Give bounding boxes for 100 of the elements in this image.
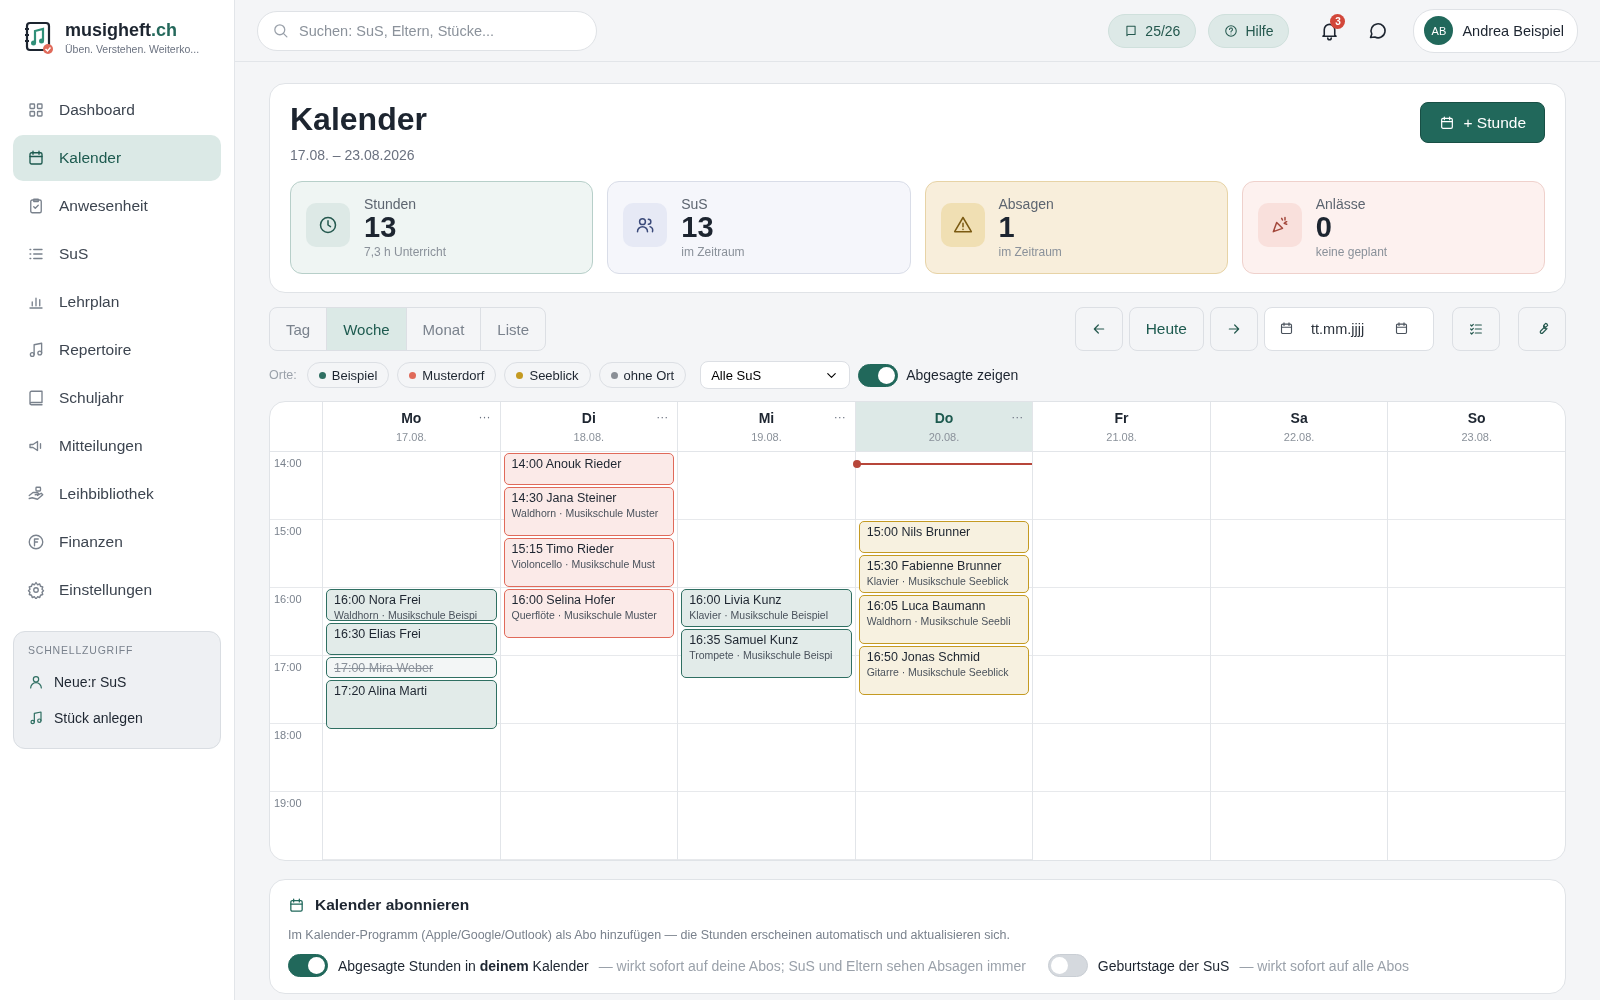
nav-item[interactable]: Anwesenheit [13, 183, 221, 229]
lesson-event[interactable]: 17:20 Alina Marti [326, 679, 497, 729]
nav-item[interactable]: Lehrplan [13, 279, 221, 325]
day-date: 20.08. [928, 431, 960, 444]
lesson-event[interactable]: 16:00 Livia Kunz Klavier · Musikschule Beispiel [681, 589, 852, 627]
next-button[interactable] [1210, 307, 1258, 352]
day-name: Di [581, 410, 596, 427]
day-date: 17.08. [396, 431, 427, 444]
day-menu-button[interactable]: ··· [656, 410, 669, 425]
previous-button[interactable] [1074, 307, 1123, 352]
day-name: So [1467, 410, 1486, 427]
hour-label: 18:00 [274, 729, 302, 742]
lesson-event[interactable]: 16:50 Jonas Schmid Gitarre · Musikschule Seeblick [858, 645, 1030, 695]
nav-item[interactable]: Mitteilungen [13, 423, 221, 469]
calendar-icon [288, 896, 305, 914]
day-date: 21.08. [1106, 431, 1137, 444]
day-name: Fr [1114, 410, 1129, 427]
lesson-event[interactable]: 14:00 Anouk Rieder [503, 453, 675, 486]
lesson-event[interactable]: 16:35 Samuel Kunz Trompete · Musikschule Beispi [681, 628, 852, 678]
hour-label: 16:00 [274, 593, 302, 606]
notification-count: 3 [1330, 13, 1346, 29]
music-note-icon [27, 341, 45, 359]
place-filter-chip[interactable]: Musterdorf [397, 362, 497, 389]
calendar-icon [1394, 321, 1409, 337]
event-detail: Klavier · Musikschule Beispiel [689, 609, 830, 623]
nav-item[interactable]: Repertoire [13, 327, 221, 373]
nav-item[interactable]: SuS [13, 231, 221, 277]
day-date: 22.08. [1283, 431, 1315, 444]
brand-name: musigheft.ch [65, 20, 179, 41]
nav-item[interactable]: Dashboard [13, 87, 221, 133]
lesson-event[interactable]: 15:00 Nils Brunner [858, 521, 1030, 554]
student-select[interactable]: Alle SuS [700, 361, 851, 390]
page-title: Kalender [290, 102, 427, 138]
help-button[interactable]: Hilfe [1208, 13, 1290, 48]
day-menu-button[interactable]: ··· [478, 410, 491, 425]
day-menu-button[interactable]: ··· [833, 410, 846, 425]
nav-item[interactable]: Kalender [13, 135, 221, 181]
view-tab[interactable]: Monat [406, 308, 482, 351]
quick-access-item[interactable]: Neue:r SuS [28, 664, 206, 700]
toggle-label: Abgesagte zeigen [906, 367, 1019, 384]
coin-icon [27, 533, 45, 551]
clock-icon [318, 214, 338, 235]
school-year-button[interactable]: 25/26 [1108, 13, 1197, 48]
event-title: 17:20 Alina Marti [334, 683, 429, 699]
search-field[interactable]: Suchen: SuS, Eltern, Stücke... [257, 10, 597, 51]
place-filter-chip[interactable]: Beispiel [306, 362, 390, 389]
lesson-event[interactable]: 16:05 Luca Baumann Waldhorn · Musikschule Seebli [858, 594, 1030, 644]
help-icon [1224, 23, 1239, 38]
section-description: Im Kalender-Programm (Apple/Google/Outlook) als Abo hinzufügen — die Stunden erscheinen automatisch und aktualisieren sich. [288, 928, 1011, 943]
event-title: 16:00 Nora Frei [334, 593, 422, 609]
nav-item[interactable]: Leihbibliothek [13, 471, 221, 517]
checklist-button[interactable] [1452, 307, 1500, 352]
hand-icon [27, 485, 45, 503]
add-lesson-button[interactable]: + Stunde [1419, 102, 1545, 143]
nav-item[interactable]: Schuljahr [13, 375, 221, 421]
toggle-switch[interactable] [288, 954, 328, 978]
lesson-event[interactable]: 16:00 Selina Hofer Querflöte · Musikschule Muster [503, 589, 675, 639]
search-icon [272, 21, 289, 39]
calendar-icon [1279, 321, 1294, 337]
date-field[interactable]: tt.mm.jjjj [1264, 307, 1434, 352]
lesson-event[interactable]: 16:30 Elias Frei [326, 623, 497, 656]
filter-label: Orte: [269, 368, 297, 383]
today-button[interactable]: Heute [1128, 307, 1204, 352]
lesson-event[interactable]: 15:15 Timo Rieder Violoncello · Musikschule Must [503, 538, 675, 588]
clipboard-icon [27, 197, 45, 215]
view-tab[interactable]: Woche [327, 308, 407, 351]
event-title: 16:05 Luca Baumann [866, 598, 987, 614]
calendar-icon [27, 149, 45, 167]
hour-label: 19:00 [274, 797, 302, 810]
stat-note: keine geplant [1315, 245, 1388, 260]
lesson-event[interactable]: 14:30 Jana Steiner Waldhorn · Musikschule Muster [503, 487, 675, 537]
music-note-icon [28, 710, 44, 726]
nav-item[interactable]: Einstellungen [13, 567, 221, 613]
settings-icon [27, 581, 45, 599]
lesson-event[interactable]: 15:30 Fabienne Brunner Klavier · Musikschule Seeblick [858, 555, 1030, 593]
avatar: AB [1424, 16, 1454, 45]
stat-label: Anlässe [1315, 195, 1367, 212]
event-title: 15:15 Timo Rieder [511, 542, 615, 558]
place-filter-chip[interactable]: Seeblick [504, 362, 591, 389]
event-title: 16:50 Jonas Schmid [866, 649, 981, 665]
person-icon [28, 674, 44, 690]
quick-access-item[interactable]: Stück anlegen [28, 700, 206, 736]
event-detail: Trompete · Musikschule Beispi [689, 648, 834, 662]
notifications-button[interactable]: 3 [1311, 12, 1348, 49]
event-title: 15:30 Fabienne Brunner [866, 559, 1003, 575]
day-date: 23.08. [1461, 431, 1492, 444]
toggle-switch[interactable] [858, 363, 899, 387]
event-detail: Gitarre · Musikschule Seeblick [866, 665, 1010, 679]
stat-note: im Zeitraum [681, 245, 745, 260]
place-filter-chip[interactable]: ohne Ort [598, 362, 687, 389]
wrench-button[interactable] [1518, 307, 1566, 352]
section-title: Kalender abonnieren [315, 896, 470, 915]
view-tab[interactable]: Liste [481, 308, 545, 351]
day-menu-button[interactable]: ··· [1011, 410, 1024, 425]
event-detail: Waldhorn · Musikschule Seebli [866, 614, 1012, 628]
user-menu[interactable]: AB Andrea Beispiel [1413, 8, 1578, 53]
nav-item[interactable]: Finanzen [13, 519, 221, 565]
option-label: Geburtstage der SuS [1097, 957, 1230, 974]
event-detail: Klavier · Musikschule Seeblick [866, 575, 1010, 589]
hour-label: 14:00 [274, 457, 302, 470]
